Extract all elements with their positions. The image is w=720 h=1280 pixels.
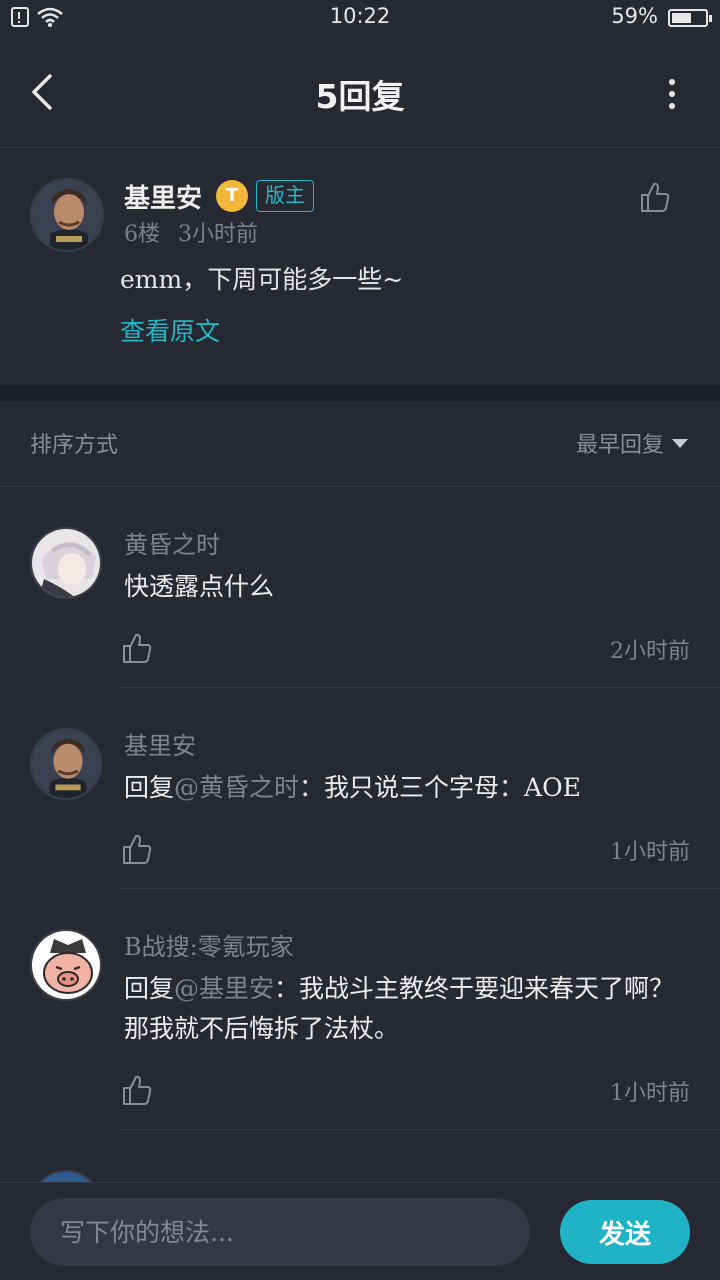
mention-link[interactable]: @黄昏之时 <box>174 773 299 802</box>
avatar-pig-icon <box>32 931 100 999</box>
avatar[interactable] <box>30 527 102 599</box>
reply-prefix: 回复 <box>124 974 175 1003</box>
thumbs-up-icon[interactable] <box>120 631 154 665</box>
battery-icon <box>668 9 712 27</box>
thumbs-up-icon[interactable] <box>120 832 154 866</box>
comment-composer: 发送 <box>0 1182 720 1280</box>
sort-label: 排序方式 <box>30 433 119 458</box>
reply-item: B战搜:零氪玩家 回复@基里安：我战斗主教终于要迎来春天了啊？那我就不后悔拆了法… <box>0 889 720 1130</box>
reply-time: 1小时前 <box>610 1081 690 1106</box>
battery-fill <box>672 13 691 23</box>
avatar[interactable] <box>30 178 104 252</box>
moderator-badge: 版主 <box>256 180 314 212</box>
reply-text: 回复@基里安：我战斗主教终于要迎来春天了啊？那我就不后悔拆了法杖。 <box>124 969 694 1049</box>
post-meta: 6楼 3小时前 <box>124 216 258 248</box>
caret-down-icon <box>672 438 688 448</box>
page-title: 5回复 <box>315 77 405 116</box>
section-divider <box>0 385 720 401</box>
status-bar: 10:22 59% <box>0 0 720 36</box>
reply-item-partial <box>0 1130 720 1182</box>
reply-time: 1小时前 <box>610 840 690 865</box>
avatar[interactable] <box>30 1170 102 1182</box>
post-floor: 6楼 <box>124 222 160 247</box>
thumbs-up-icon[interactable] <box>120 1073 154 1107</box>
reply-text: 快透露点什么 <box>124 567 694 607</box>
sort-bar: 排序方式 最早回复 <box>0 401 720 487</box>
comment-input[interactable] <box>30 1198 530 1266</box>
top-bar: 5回复 <box>0 36 720 148</box>
reply-time: 2小时前 <box>610 639 690 664</box>
post-author[interactable]: 基里安 <box>124 178 202 215</box>
view-original-link[interactable]: 查看原文 <box>120 312 220 348</box>
send-button[interactable]: 发送 <box>560 1200 690 1264</box>
reply-item: 基里安 回复@黄昏之时：我只说三个字母：AOE 1小时前 <box>0 688 720 889</box>
reply-item: 黄昏之时 快透露点什么 2小时前 <box>0 487 720 688</box>
avatar[interactable] <box>30 728 102 800</box>
more-options-icon[interactable] <box>660 72 684 116</box>
mention-link[interactable]: @基里安 <box>174 974 274 1003</box>
avatar[interactable] <box>30 929 102 1001</box>
avatar-portrait-icon <box>32 730 100 798</box>
avatar-portrait-icon <box>32 180 102 250</box>
coin-badge: T <box>216 180 248 212</box>
post-content: emm，下周可能多一些~ <box>120 265 404 294</box>
reply-author[interactable]: B战搜:零氪玩家 <box>124 927 294 962</box>
main-post: 基里安 T 版主 6楼 3小时前 emm，下周可能多一些~ 查看原文 <box>0 148 720 385</box>
reply-text: 回复@黄昏之时：我只说三个字母：AOE <box>124 768 694 808</box>
thumbs-up-icon[interactable] <box>638 180 672 214</box>
avatar-anime-icon <box>32 529 100 597</box>
post-time: 3小时前 <box>178 222 258 247</box>
sort-selector[interactable]: 最早回复 <box>576 427 688 459</box>
reply-author[interactable]: 黄昏之时 <box>124 525 220 560</box>
reply-body: ：我只说三个字母：AOE <box>299 773 581 802</box>
reply-author[interactable]: 基里安 <box>124 726 196 761</box>
battery-percent: 59% <box>611 4 658 28</box>
reply-prefix: 回复 <box>124 773 175 802</box>
sort-selected: 最早回复 <box>575 433 664 458</box>
reply-body: 快透露点什么 <box>124 572 275 601</box>
